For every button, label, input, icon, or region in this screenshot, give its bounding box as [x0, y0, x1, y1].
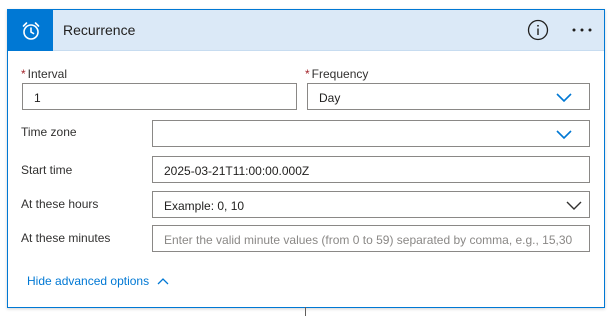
hide-advanced-options-link[interactable]: Hide advanced options — [27, 274, 169, 288]
card-title: Recurrence — [63, 22, 136, 38]
start-time-input[interactable]: 2025-03-21T11:00:00.000Z — [152, 156, 590, 183]
frequency-dropdown[interactable]: Day — [307, 83, 590, 110]
chevron-up-icon — [157, 278, 169, 285]
alarm-clock-icon — [8, 10, 53, 51]
time-zone-dropdown[interactable] — [152, 120, 590, 147]
frequency-label-text: Frequency — [311, 67, 369, 81]
recurrence-card: Recurrence *Interval 1 *Frequency Day — [7, 9, 605, 308]
more-options-button[interactable] — [569, 19, 595, 41]
frequency-label: * Frequency — [305, 67, 368, 81]
time-zone-label: Time zone — [21, 125, 77, 139]
at-these-hours-label: At these hours — [21, 197, 99, 211]
chevron-down-icon — [556, 130, 572, 140]
chevron-down-icon — [566, 201, 582, 210]
info-button[interactable] — [527, 19, 549, 41]
required-marker: * — [305, 67, 310, 81]
hide-advanced-options-label: Hide advanced options — [27, 274, 150, 288]
interval-label-text: Interval — [27, 67, 68, 81]
card-header[interactable]: Recurrence — [8, 10, 604, 51]
at-these-minutes-placeholder: Enter the valid minute values (from 0 to… — [164, 233, 573, 247]
info-icon — [527, 19, 549, 41]
at-these-hours-dropdown[interactable]: Example: 0, 10 — [152, 191, 590, 218]
at-these-hours-placeholder: Example: 0, 10 — [164, 199, 245, 213]
required-marker: * — [21, 67, 26, 81]
interval-input[interactable]: 1 — [22, 83, 297, 110]
interval-value: 1 — [34, 91, 41, 105]
connector-line — [305, 307, 306, 316]
interval-label: * Interval — [21, 67, 67, 81]
start-time-value: 2025-03-21T11:00:00.000Z — [164, 164, 310, 178]
chevron-down-icon — [556, 93, 572, 103]
more-options-icon — [572, 28, 592, 32]
start-time-label: Start time — [21, 163, 73, 177]
at-these-minutes-label: At these minutes — [21, 231, 111, 245]
at-these-minutes-input[interactable]: Enter the valid minute values (from 0 to… — [152, 225, 590, 252]
frequency-value: Day — [319, 91, 341, 105]
